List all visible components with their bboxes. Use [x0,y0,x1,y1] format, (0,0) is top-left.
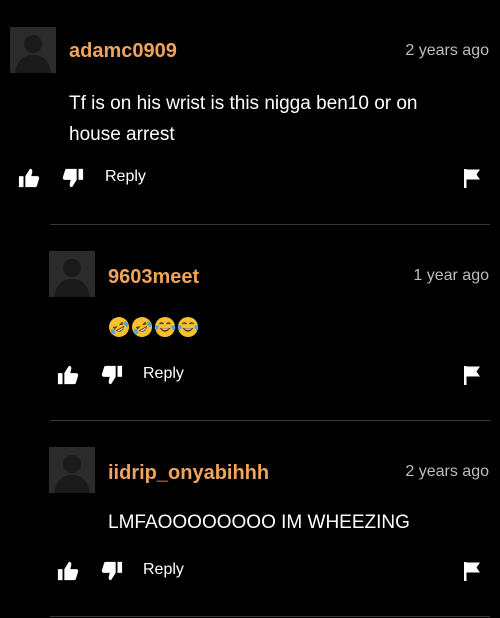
thumbs-down-icon[interactable] [101,364,123,386]
comment-text: LMFAOOOOOOOO IM WHEEZING [108,512,410,533]
comment-actions: Reply [57,560,488,586]
flag-icon[interactable] [463,168,481,188]
comment-divider [50,224,490,225]
comment-username[interactable]: 9603meet [108,266,199,289]
comment-text: Tf is on his wrist is this nigga ben10 o… [69,93,418,145]
tears-of-joy-icon [177,316,199,338]
comment-actions: Reply [18,167,488,193]
comment-username[interactable]: adamc0909 [69,40,177,63]
tears-of-joy-icon [154,316,176,338]
flag-icon[interactable] [463,365,481,385]
rolling-on-floor-laughing-icon [131,316,153,338]
comment-emoji-row [108,316,199,338]
comment-username[interactable]: iidrip_onyabihhh [108,462,269,485]
comment-timestamp: 1 year ago [413,267,489,284]
comment-timestamp: 2 years ago [405,42,489,59]
thumbs-up-icon[interactable] [57,364,79,386]
thumbs-up-icon[interactable] [57,560,79,582]
reply-button[interactable]: Reply [143,365,184,383]
avatar[interactable] [49,251,95,297]
comment-timestamp: 2 years ago [405,463,489,480]
comment-actions: Reply [57,364,488,390]
thumbs-down-icon[interactable] [62,167,84,189]
thumbs-down-icon[interactable] [101,560,123,582]
reply-button[interactable]: Reply [143,561,184,579]
avatar[interactable] [10,27,56,73]
comment-divider [50,420,490,421]
flag-icon[interactable] [463,561,481,581]
rolling-on-floor-laughing-icon [108,316,130,338]
reply-button[interactable]: Reply [105,168,146,186]
avatar[interactable] [49,447,95,493]
comment-divider [50,616,490,617]
thumbs-up-icon[interactable] [18,167,40,189]
